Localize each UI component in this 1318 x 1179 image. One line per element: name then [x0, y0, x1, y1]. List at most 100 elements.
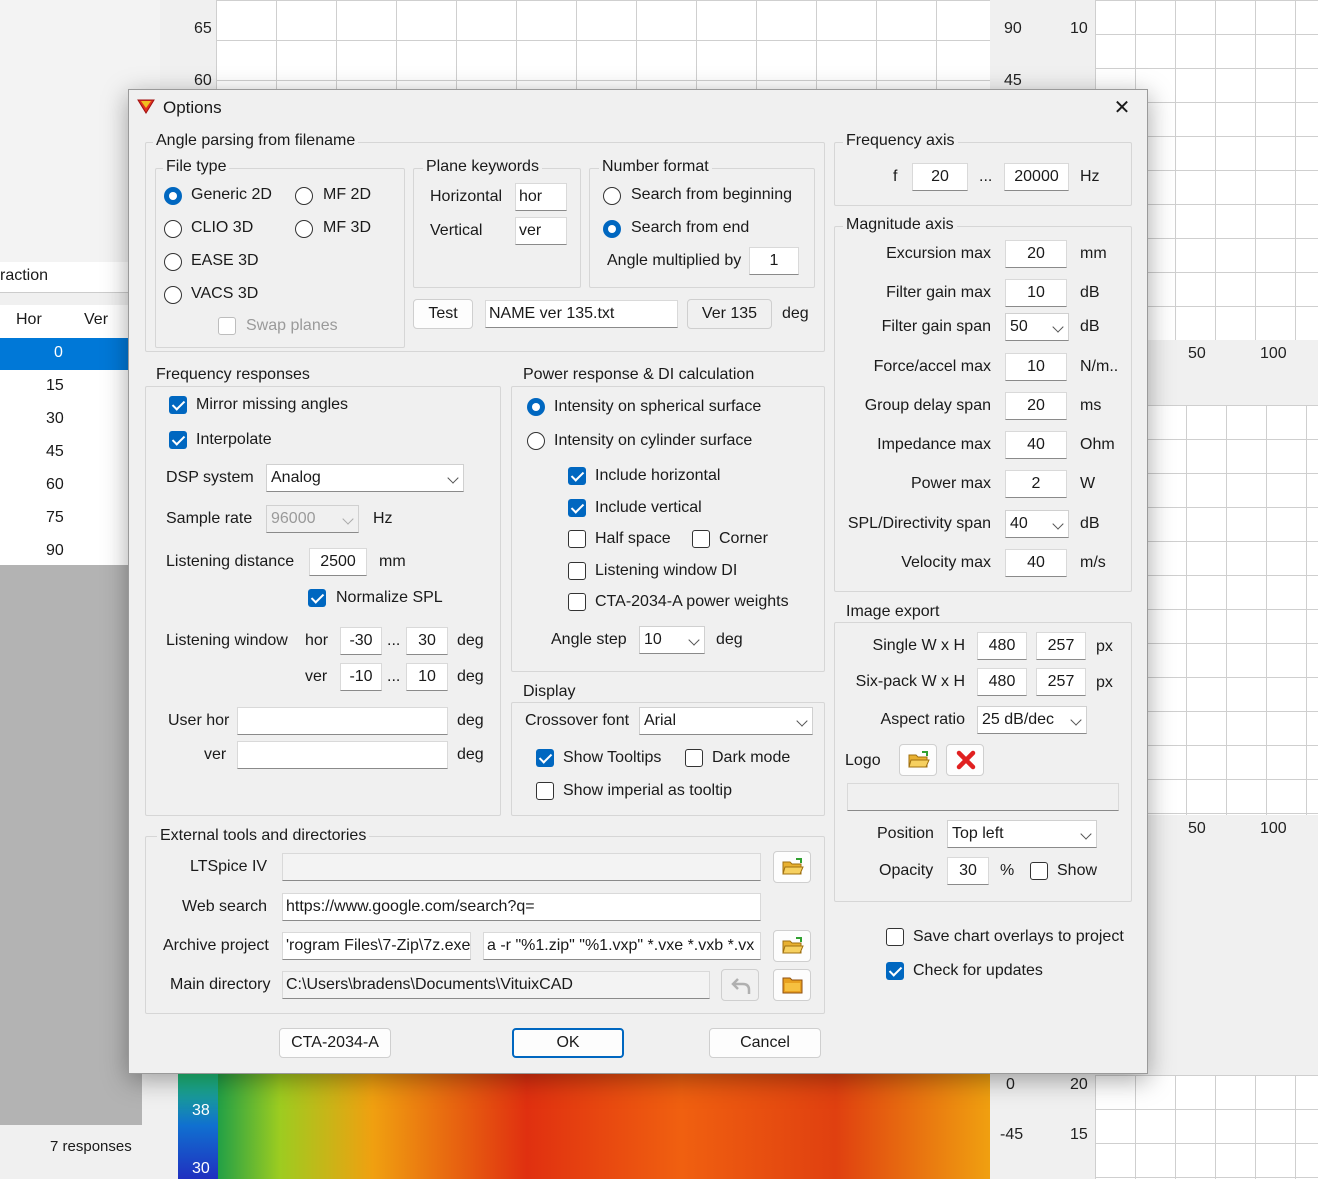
cancel-button[interactable]: Cancel — [709, 1028, 821, 1058]
filter-gain-max-input[interactable]: 10 — [1005, 279, 1067, 307]
include-horizontal-checkbox[interactable] — [568, 467, 586, 485]
check-updates-checkbox[interactable] — [886, 962, 904, 980]
listening-distance-input[interactable]: 2500 — [309, 548, 367, 576]
show-imperial-checkbox[interactable] — [536, 782, 554, 800]
cta-2034-button[interactable]: CTA-2034-A — [279, 1028, 391, 1058]
web-search-input[interactable]: https://www.google.com/search?q= — [282, 893, 761, 921]
spl-directivity-span-label: SPL/Directivity span — [847, 515, 991, 532]
corner-checkbox[interactable] — [692, 530, 710, 548]
ok-button[interactable]: OK — [512, 1028, 624, 1058]
number-format-title: Number format — [599, 158, 712, 176]
archive-path-input[interactable]: 'rogram Files\7-Zip\7z.exe — [282, 932, 471, 960]
dsp-system-select[interactable]: Analog — [266, 464, 464, 492]
archive-args-input[interactable]: a -r "%1.zip" "%1.vxp" *.vxe *.vxb *.vx — [483, 932, 761, 960]
power-max-input[interactable]: 2 — [1005, 470, 1067, 498]
sixpack-width-input[interactable]: 480 — [977, 668, 1027, 696]
frequency-from-input[interactable]: 20 — [912, 163, 968, 191]
logo-browse-button[interactable] — [899, 744, 937, 776]
web-search-label: Web search — [182, 898, 268, 915]
normalize-spl-checkbox[interactable] — [308, 589, 326, 607]
frequency-to-input[interactable]: 20000 — [1004, 163, 1069, 191]
dark-mode-checkbox[interactable] — [685, 749, 703, 767]
mf-2d-radio[interactable] — [295, 187, 313, 205]
chevron-down-icon — [1052, 518, 1064, 530]
ltspice-input[interactable] — [282, 853, 761, 881]
search-beginning-radio[interactable] — [603, 187, 621, 205]
aspect-ratio-value: 25 dB/dec — [982, 711, 1055, 728]
clio-3d-radio[interactable] — [164, 220, 182, 238]
lw-ver-to-input[interactable]: 10 — [406, 663, 448, 691]
half-space-checkbox[interactable] — [568, 530, 586, 548]
excursion-max-input[interactable]: 20 — [1005, 240, 1067, 268]
generic-2d-radio[interactable] — [164, 187, 182, 205]
chevron-down-icon — [447, 472, 459, 484]
logo-show-checkbox[interactable] — [1030, 862, 1048, 880]
horizontal-keyword-input[interactable]: hor — [515, 183, 567, 211]
close-icon[interactable]: ✕ — [1103, 92, 1141, 124]
swap-planes-checkbox[interactable] — [218, 317, 236, 335]
main-directory-undo-button[interactable] — [721, 969, 759, 1001]
mirror-checkbox[interactable] — [169, 396, 187, 414]
crossover-font-label: Crossover font — [525, 712, 630, 729]
spl-directivity-span-value: 40 — [1010, 515, 1028, 532]
spherical-label: Intensity on spherical surface — [554, 398, 762, 415]
ease-3d-label: EASE 3D — [191, 252, 259, 269]
power-max-label: Power max — [910, 475, 991, 492]
group-delay-span-unit: ms — [1080, 397, 1102, 414]
bg-tick: 0 — [1006, 1076, 1015, 1093]
angle-multiplied-input[interactable]: 1 — [749, 247, 799, 275]
angle-step-select[interactable]: 10 — [639, 626, 705, 654]
save-overlays-checkbox[interactable] — [886, 928, 904, 946]
search-end-radio[interactable] — [603, 220, 621, 238]
velocity-max-input[interactable]: 40 — [1005, 549, 1067, 577]
include-vertical-checkbox[interactable] — [568, 499, 586, 517]
force-accel-max-input[interactable]: 10 — [1005, 353, 1067, 381]
vertical-keyword-input[interactable]: ver — [515, 217, 567, 245]
main-directory-input[interactable]: C:\Users\bradens\Documents\VituixCAD — [282, 971, 710, 999]
logo-clear-button[interactable] — [946, 744, 984, 776]
aspect-ratio-select[interactable]: 25 dB/dec — [977, 706, 1087, 734]
user-ver-input[interactable] — [237, 741, 448, 769]
crossover-font-select[interactable]: Arial — [639, 707, 813, 735]
position-select[interactable]: Top left — [947, 820, 1097, 848]
cta-weights-checkbox[interactable] — [568, 593, 586, 611]
bg-table-title-text: raction — [0, 267, 49, 284]
ease-3d-radio[interactable] — [164, 253, 182, 271]
spl-directivity-span-select[interactable]: 40 — [1005, 510, 1069, 538]
cylinder-radio[interactable] — [527, 432, 545, 450]
listening-window-di-checkbox[interactable] — [568, 562, 586, 580]
ltspice-browse-button[interactable] — [773, 851, 811, 883]
show-tooltips-checkbox[interactable] — [536, 749, 554, 767]
test-button[interactable]: Test — [413, 299, 473, 329]
group-delay-span-input[interactable]: 20 — [1005, 392, 1067, 420]
opacity-input[interactable]: 30 — [947, 857, 989, 885]
user-hor-input[interactable] — [237, 707, 448, 735]
mf-3d-radio[interactable] — [295, 220, 313, 238]
generic-2d-label: Generic 2D — [191, 186, 272, 203]
single-height-input[interactable]: 257 — [1036, 632, 1086, 660]
frequency-unit: Hz — [1080, 168, 1100, 185]
main-directory-browse-button[interactable] — [773, 969, 811, 1001]
bg-tick: 20 — [1070, 1076, 1088, 1093]
app-logo-icon — [137, 98, 155, 114]
single-width-input[interactable]: 480 — [977, 632, 1027, 660]
logo-path-field — [847, 783, 1119, 811]
impedance-max-input[interactable]: 40 — [1005, 431, 1067, 459]
cta-weights-label: CTA-2034-A power weights — [595, 593, 789, 610]
swap-planes-label: Swap planes — [246, 317, 338, 334]
lw-hor-to-input[interactable]: 30 — [406, 627, 448, 655]
chevron-down-icon — [688, 634, 700, 646]
sample-rate-select[interactable]: 96000 — [266, 505, 359, 533]
lw-hor-label: hor — [305, 632, 329, 649]
interpolate-checkbox[interactable] — [169, 431, 187, 449]
sixpack-height-input[interactable]: 257 — [1036, 668, 1086, 696]
filter-gain-span-select[interactable]: 50 — [1005, 313, 1069, 341]
archive-browse-button[interactable] — [773, 930, 811, 962]
ellipsis: ... — [387, 632, 401, 649]
lw-ver-from-input[interactable]: -10 — [340, 663, 382, 691]
lw-hor-from-input[interactable]: -30 — [340, 627, 382, 655]
vacs-3d-radio[interactable] — [164, 286, 182, 304]
test-filename-input[interactable]: NAME ver 135.txt — [485, 300, 678, 328]
spherical-radio[interactable] — [527, 398, 545, 416]
position-value: Top left — [952, 825, 1004, 842]
